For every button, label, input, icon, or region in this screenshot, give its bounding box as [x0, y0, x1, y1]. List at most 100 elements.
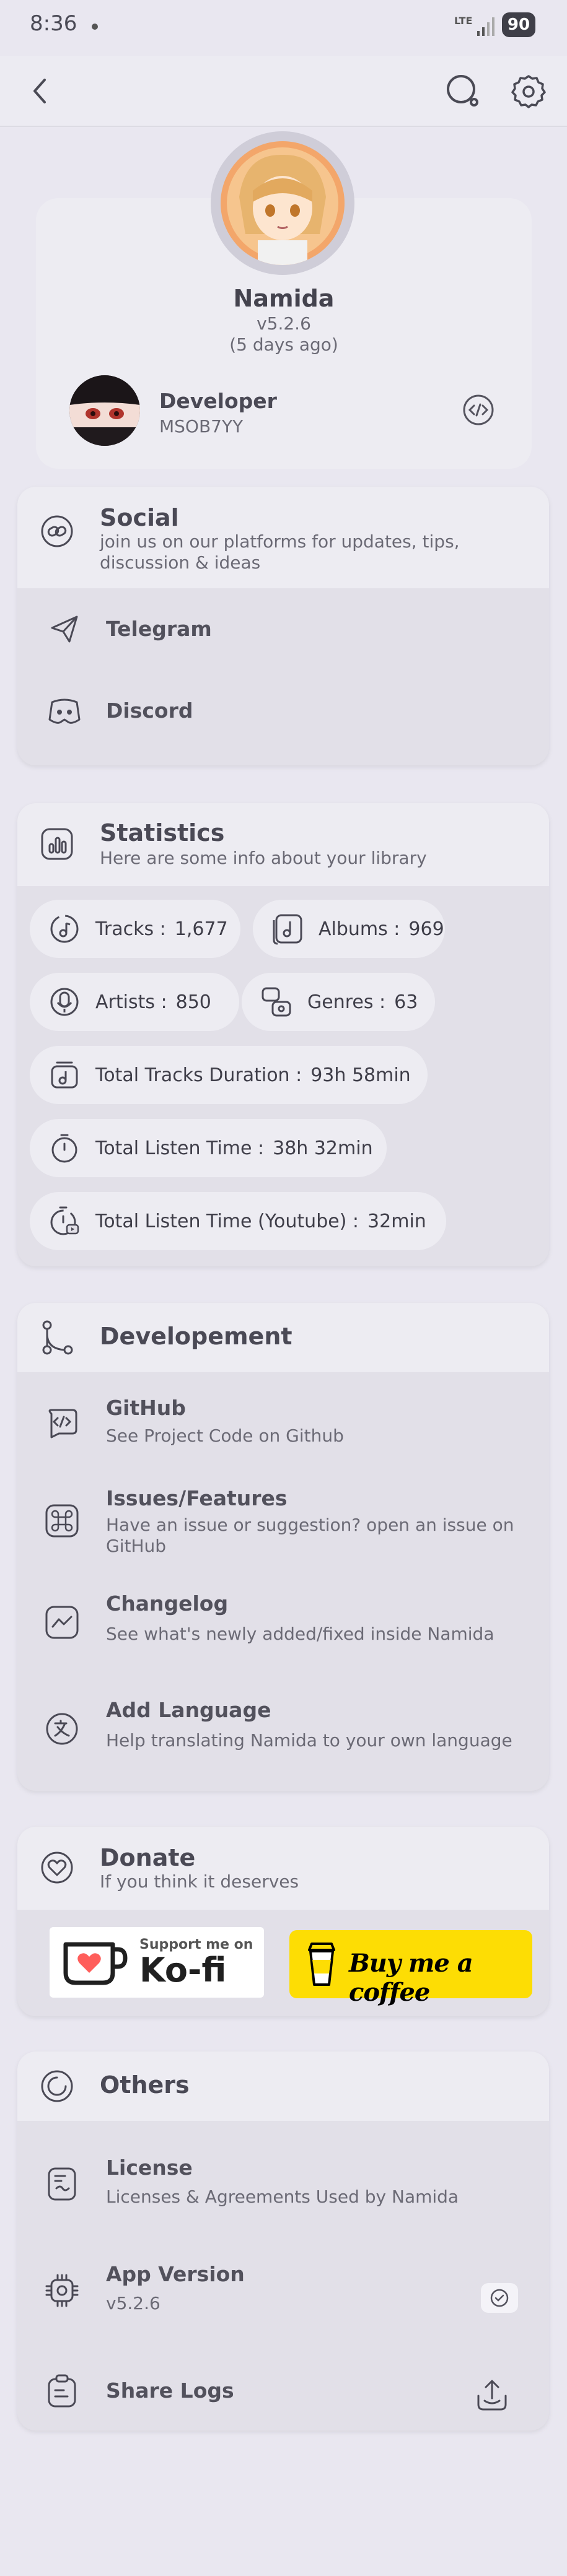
share-upload-icon — [477, 2380, 507, 2411]
music-folder-icon — [47, 1058, 82, 1092]
developer-avatar[interactable] — [69, 375, 140, 446]
translate-icon — [43, 1710, 81, 1747]
stat-chip-youtube-listen-time: Total Listen Time (Youtube) : 32min — [30, 1192, 446, 1250]
anime-avatar-image — [221, 141, 345, 265]
version-check-button[interactable] — [481, 2283, 518, 2313]
social-header: Social join us on our platforms for upda… — [17, 487, 549, 588]
settings-button[interactable] — [507, 69, 550, 113]
share-logs-title: Share Logs — [106, 2378, 234, 2403]
donate-subtitle: If you think it deserves — [100, 1871, 299, 1892]
app-version-row[interactable]: App Version v5.2.6 — [17, 2258, 549, 2333]
telegram-icon — [46, 611, 83, 648]
stat-chip-albums: Albums : 969 — [253, 900, 445, 958]
search-icon — [447, 75, 478, 107]
activity-icon — [43, 1604, 81, 1641]
app-avatar[interactable] — [221, 141, 345, 265]
albums-value: 969 — [408, 918, 444, 940]
add-language-title: Add Language — [106, 1698, 271, 1722]
developer-code-button[interactable] — [459, 390, 498, 430]
clipboard-icon — [43, 2372, 81, 2409]
app-version-title: App Version — [106, 2262, 245, 2286]
git-branch-icon — [38, 1319, 76, 1356]
status-bar: 8:36 LTE 90 — [0, 0, 567, 56]
check-circle-icon — [490, 2289, 509, 2307]
discord-label: Discord — [106, 698, 193, 723]
artists-label: Artists : — [95, 991, 167, 1013]
kofi-big-text: Ko-fi — [139, 1951, 227, 1990]
kofi-button[interactable]: Support me on Ko-fi — [50, 1927, 264, 1998]
development-header: Developement — [17, 1303, 549, 1372]
youtube-listen-label: Total Listen Time (Youtube) : — [95, 1210, 359, 1232]
search-button[interactable] — [441, 69, 485, 113]
statistics-title: Statistics — [100, 819, 225, 846]
changelog-row[interactable]: Changelog See what's newly added/fixed i… — [17, 1589, 549, 1662]
track-disc-icon — [47, 912, 82, 946]
listen-time-value: 38h 32min — [273, 1137, 373, 1159]
coffee-cup-icon — [308, 1943, 335, 1986]
duration-label: Total Tracks Duration : — [95, 1064, 302, 1086]
app-bar — [0, 56, 567, 127]
development-title: Developement — [100, 1323, 292, 1350]
others-card: Others License Licenses & Agreements Use… — [17, 2052, 549, 2430]
tracks-value: 1,677 — [174, 918, 228, 940]
developer-role: Developer — [159, 389, 277, 413]
stat-chip-listen-time: Total Listen Time : 38h 32min — [30, 1119, 387, 1177]
development-card: Developement GitHub See Project Code on … — [17, 1303, 549, 1791]
album-icon — [270, 912, 305, 946]
kofi-cup-icon — [63, 1942, 128, 1985]
statistics-card: Statistics Here are some info about your… — [17, 803, 549, 1266]
signal-icon — [477, 17, 494, 36]
listen-time-label: Total Listen Time : — [95, 1137, 265, 1159]
genres-value: 63 — [394, 991, 418, 1013]
last-updated: (5 days ago) — [229, 334, 338, 355]
license-subtitle: Licenses & Agreements Used by Namida — [106, 2187, 459, 2207]
microphone-icon — [47, 985, 82, 1019]
code-bubble-icon — [43, 1404, 81, 1442]
chart-icon — [38, 825, 76, 863]
link-icon — [38, 513, 76, 550]
statistics-subtitle: Here are some info about your library — [100, 848, 427, 868]
others-title: Others — [100, 2071, 190, 2099]
discord-row[interactable]: Discord — [17, 670, 549, 752]
share-logs-button[interactable] — [470, 2372, 514, 2417]
statistics-header: Statistics Here are some info about your… — [17, 803, 549, 886]
code-circle-icon — [463, 394, 494, 425]
cpu-chip-icon — [43, 2272, 81, 2309]
artists-value: 850 — [175, 991, 211, 1013]
stat-chip-tracks: Tracks : 1,677 — [30, 900, 240, 958]
buy-me-a-coffee-button[interactable]: Buy me a coffee — [289, 1930, 532, 2007]
genres-icon — [259, 985, 294, 1019]
network-type: LTE — [454, 15, 473, 27]
stat-chip-genres: Genres : 63 — [242, 973, 435, 1031]
license-icon — [43, 2165, 81, 2203]
app-name: Namida — [233, 285, 335, 312]
changelog-title: Changelog — [106, 1591, 229, 1616]
youtube-timer-icon — [47, 1204, 82, 1238]
tracks-label: Tracks : — [95, 918, 166, 940]
back-button[interactable] — [19, 69, 62, 113]
social-title: Social — [100, 504, 179, 531]
add-language-subtitle: Help translating Namida to your own lang… — [106, 1730, 512, 1751]
share-logs-row[interactable]: Share Logs — [17, 2365, 549, 2427]
donate-header: Donate If you think it deserves — [17, 1827, 549, 1910]
app-version-subtitle: v5.2.6 — [106, 2293, 160, 2313]
social-subtitle: join us on our platforms for updates, ti… — [100, 531, 460, 573]
telegram-row[interactable]: Telegram — [17, 588, 549, 670]
telegram-label: Telegram — [106, 617, 212, 641]
github-row[interactable]: GitHub See Project Code on Github — [17, 1392, 549, 1465]
add-language-row[interactable]: Add Language Help translating Namida to … — [17, 1695, 549, 1769]
issues-title: Issues/Features — [106, 1486, 288, 1510]
social-card: Social join us on our platforms for upda… — [17, 487, 549, 765]
status-time: 8:36 — [30, 11, 77, 36]
discord-icon — [46, 692, 83, 729]
albums-label: Albums : — [319, 918, 400, 940]
issues-row[interactable]: Issues/Features Have an issue or suggest… — [17, 1482, 549, 1559]
duration-value: 93h 58min — [310, 1064, 411, 1086]
github-subtitle: See Project Code on Github — [106, 1425, 344, 1446]
bmc-label: Buy me a coffee — [349, 1949, 473, 2007]
donate-title: Donate — [100, 1844, 196, 1871]
changelog-subtitle: See what's newly added/fixed inside Nami… — [106, 1624, 494, 1644]
license-row[interactable]: License Licenses & Agreements Used by Na… — [17, 2152, 549, 2226]
heart-icon — [38, 1849, 76, 1886]
stat-chip-artists: Artists : 850 — [30, 973, 239, 1031]
